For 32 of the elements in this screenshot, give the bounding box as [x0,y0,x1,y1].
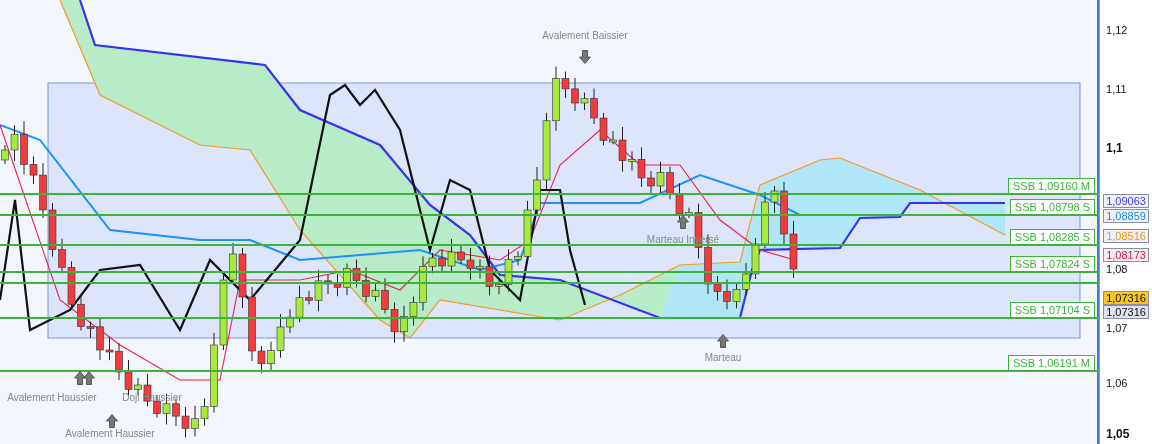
candlestick [789,220,798,279]
axis-label: 1,11 [1106,82,1127,96]
price-tag: 1,08859 [1103,209,1150,223]
level-label: SSB 1,07824 S [1009,256,1096,272]
level-label: SSB 1,08285 S [1009,229,1096,245]
price-tag: 1,07316 [1103,291,1150,305]
pattern-label: Avalement Haussier [7,392,97,404]
candlestick [656,161,665,194]
axis-label: 1,12 [1106,23,1128,37]
candlestick [333,273,342,297]
pattern-label: Marteau [704,352,742,364]
axis-label: 1,06 [1106,376,1128,390]
pattern-label: Avalement Haussier [65,428,155,440]
candlestick [181,406,190,438]
candlestick [67,260,76,310]
axis-label: 1,1 [1106,141,1123,155]
axis-label: 1,05 [1106,427,1130,441]
axis-label: 1,08 [1106,262,1128,276]
candlestick [390,302,399,344]
pattern-label: Avalement Baissier [542,30,628,42]
price-tag: 1,09063 [1103,194,1150,208]
price-tag: 1,07316 [1103,305,1150,319]
candlestick [732,281,741,309]
axis-label: 1,07 [1106,321,1128,335]
price-tag: 1,08173 [1103,248,1150,262]
level-label: SSB 1,09160 M [1008,178,1096,194]
candlestick [751,237,760,280]
level-label: SSB 1,08798 S [1009,199,1096,215]
price-tag: 1,08516 [1103,229,1150,243]
level-label: SSB 1,06191 M [1008,355,1096,371]
level-label: SSB 1,07104 S [1009,302,1096,318]
candlestick [352,259,361,288]
